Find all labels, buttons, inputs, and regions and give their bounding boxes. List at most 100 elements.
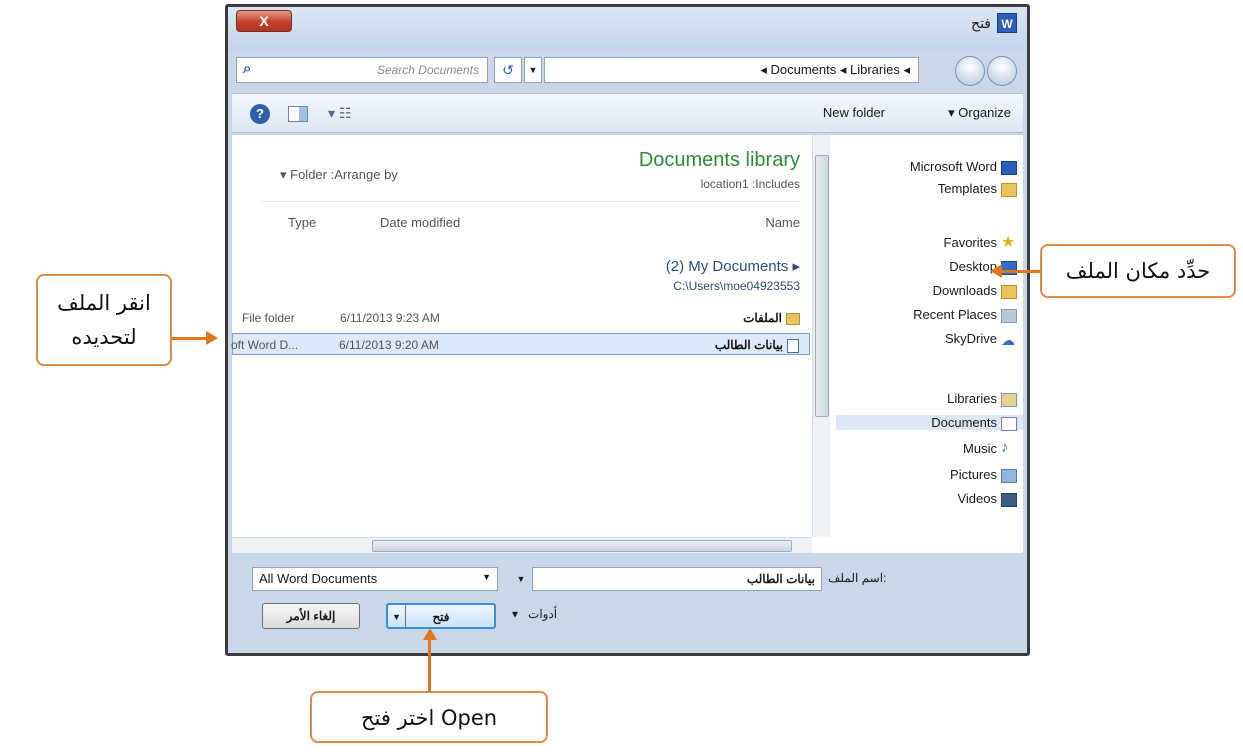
header-divider	[262, 201, 800, 202]
close-button[interactable]: X	[236, 10, 292, 32]
cancel-button[interactable]: إلغاء الأمر	[262, 603, 360, 629]
downloads-icon	[1001, 285, 1017, 299]
file-type: oft Word D...	[231, 338, 299, 352]
word-document-icon	[787, 338, 799, 353]
arrow-head-left	[990, 264, 1002, 278]
nav-item-libraries[interactable]: Libraries	[947, 391, 997, 406]
nav-item-label: Favorites	[943, 235, 997, 250]
nav-item-label: Videos	[957, 491, 997, 506]
nav-item-label: Downloads	[932, 283, 997, 298]
nav-item-microsoft-word[interactable]: Microsoft Word	[910, 159, 997, 174]
history-dropdown-button[interactable]: ▼	[524, 57, 542, 83]
folder-icon	[1001, 183, 1017, 197]
preview-pane-icon[interactable]	[288, 106, 308, 122]
nav-item-label: Documents	[931, 415, 997, 430]
library-includes[interactable]: location1 :Includes	[701, 177, 800, 191]
back-button[interactable]	[987, 56, 1017, 86]
nav-buttons	[935, 53, 1019, 87]
address-row: ⌕ Search Documents ↺ ▼ ◂ Documents ◂ Lib…	[232, 53, 1023, 89]
arrow-to-open	[428, 640, 431, 692]
group-title[interactable]: (2) My Documents ▸	[666, 257, 800, 275]
nav-item-videos[interactable]: Videos	[957, 491, 997, 506]
file-name: الملفات	[743, 311, 800, 325]
column-header-type[interactable]: Type	[288, 215, 316, 230]
nav-item-documents[interactable]: Documents	[836, 415, 1023, 430]
open-dialog: X فتح W ⌕ Search Documents ↺ ▼ ◂ Documen…	[225, 4, 1030, 656]
callout-choose-location: حدِّد مكان الملف	[1040, 244, 1236, 298]
column-header-date[interactable]: Date modified	[380, 215, 460, 230]
file-name: بيانات الطالب	[715, 338, 799, 353]
folder-icon	[786, 312, 800, 325]
open-button-label: فتح	[432, 610, 450, 624]
nav-item-label: Libraries	[947, 391, 997, 406]
address-breadcrumb[interactable]: ◂ Documents ◂ Libraries ◂	[544, 57, 919, 83]
command-bar: ? ▾ ☷ New folder ▾ Organize	[232, 93, 1023, 133]
cloud-icon: ☁	[1001, 332, 1015, 348]
search-placeholder: Search Documents	[376, 63, 479, 77]
file-row-selected[interactable]: oft Word D... 6/11/2013 9:20 AM بيانات ا…	[231, 333, 810, 355]
dialog-footer: All Word Documents ▼ بيانات الطالب اسم ا…	[232, 555, 1023, 651]
nav-item-label: SkyDrive	[944, 331, 997, 346]
open-split-arrow[interactable]: ▼	[388, 605, 406, 627]
search-input[interactable]: ⌕ Search Documents	[236, 57, 488, 83]
organize-button[interactable]: ▾ Organize	[948, 105, 1011, 121]
arrow-head-right	[206, 331, 218, 345]
nav-item-music[interactable]: Music	[963, 441, 997, 456]
arrange-by-selector[interactable]: ▾ Folder :Arrange by	[280, 167, 398, 183]
word-app-icon: W	[997, 13, 1017, 33]
tools-menu[interactable]: ▾ أدوات	[512, 607, 557, 621]
change-view-icon[interactable]: ▾ ☷	[328, 105, 351, 122]
nav-item-recent-places[interactable]: Recent Places	[913, 307, 997, 322]
file-name-label: اسم الملف:	[828, 571, 887, 585]
callout-choose-open: اختر فتح Open	[310, 691, 548, 743]
open-button[interactable]: ▼ فتح	[386, 603, 496, 629]
forward-button[interactable]	[955, 56, 985, 86]
star-icon: ★	[1001, 234, 1016, 251]
window-title: فتح	[971, 14, 991, 31]
nav-item-templates[interactable]: Templates	[938, 181, 997, 196]
file-name-input[interactable]: بيانات الطالب	[532, 567, 822, 591]
nav-item-label: Music	[963, 441, 997, 456]
column-header-name[interactable]: Name	[765, 215, 800, 230]
nav-item-downloads[interactable]: Downloads	[933, 283, 997, 298]
file-type-select[interactable]: All Word Documents	[252, 567, 498, 591]
callout-click-file-line1: انقر الملف	[57, 291, 151, 315]
document-icon	[1001, 417, 1017, 431]
file-name-text: بيانات الطالب	[714, 338, 783, 352]
file-row[interactable]: File folder 6/11/2013 9:23 AM الملفات	[232, 307, 810, 329]
videos-icon	[1001, 493, 1017, 507]
search-icon: ⌕	[243, 60, 252, 77]
arrow-to-file	[172, 337, 208, 340]
horizontal-scroll-thumb[interactable]	[372, 540, 792, 552]
tools-label: أدوات	[528, 607, 558, 621]
nav-item-label: Microsoft Word	[909, 159, 997, 174]
navigation-pane: Microsoft Word Templates Favorites Deskt…	[836, 135, 1023, 553]
callout-click-file: انقر الملف لتحديده	[36, 274, 172, 366]
new-folder-button[interactable]: New folder	[823, 105, 885, 120]
file-date: 6/11/2013 9:20 AM	[339, 338, 439, 352]
file-name-text: الملفات	[743, 311, 782, 325]
vertical-scrollbar[interactable]	[812, 135, 830, 537]
word-icon	[1001, 161, 1017, 175]
help-icon[interactable]: ?	[250, 104, 270, 124]
nav-item-label: Recent Places	[913, 307, 997, 322]
callout-click-file-line2: لتحديده	[71, 325, 137, 349]
nav-item-pictures[interactable]: Pictures	[950, 467, 997, 482]
title-bar: X فتح W	[228, 7, 1027, 51]
recent-places-icon	[1001, 309, 1017, 323]
arrow-head-up	[423, 628, 437, 640]
pictures-icon	[1001, 469, 1017, 483]
arrow-to-location	[1000, 270, 1040, 273]
music-icon: ♪	[1001, 439, 1009, 456]
libraries-icon	[1001, 393, 1017, 407]
file-date: 6/11/2013 9:23 AM	[340, 311, 440, 325]
refresh-button[interactable]: ↺	[494, 57, 522, 83]
file-list-pane: ▾ Folder :Arrange by Documents library l…	[231, 135, 810, 537]
vertical-scroll-thumb[interactable]	[815, 155, 829, 417]
nav-item-favorites[interactable]: Favorites	[944, 235, 997, 250]
file-name-dropdown[interactable]: ▼	[514, 567, 528, 591]
group-path: C:\Users\moe04923553	[673, 279, 800, 293]
title-area: فتح W	[971, 13, 1017, 33]
horizontal-scrollbar[interactable]	[232, 537, 812, 553]
nav-item-skydrive[interactable]: SkyDrive	[945, 331, 997, 346]
